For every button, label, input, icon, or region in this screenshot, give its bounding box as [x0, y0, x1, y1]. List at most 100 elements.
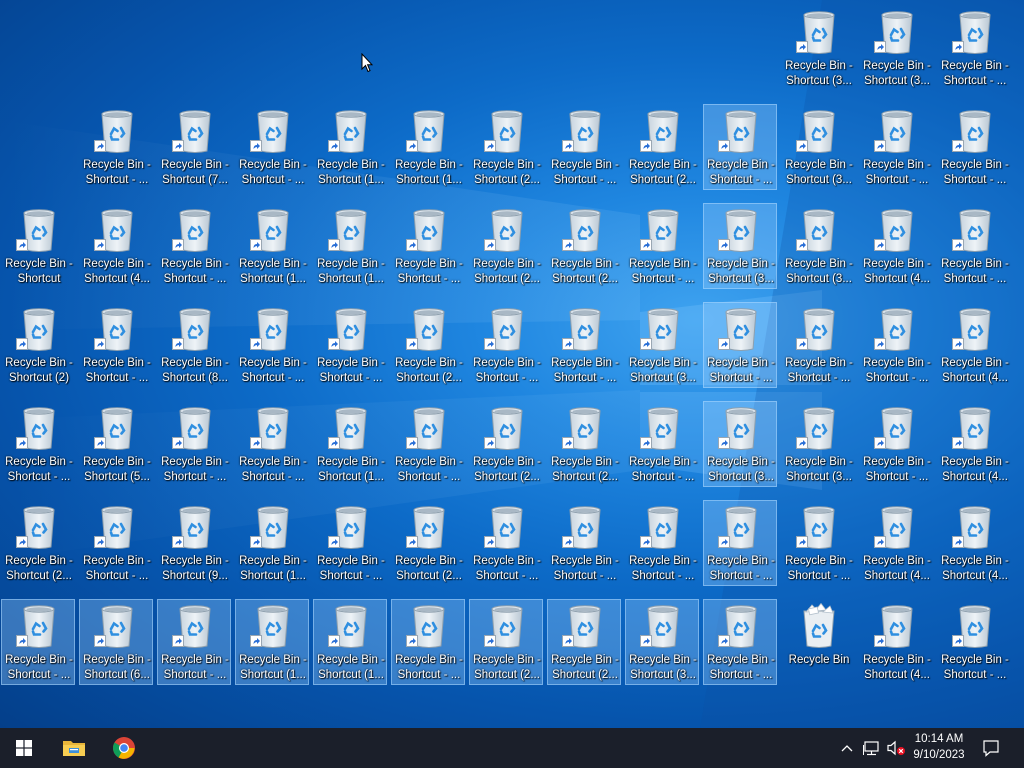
recycle-bin-shortcut-icon[interactable]: Recycle Bin - Shortcut (3...	[625, 302, 699, 388]
shortcut-arrow-icon	[409, 440, 416, 446]
recycle-bin-shortcut-icon[interactable]: Recycle Bin - Shortcut (2...	[1, 500, 75, 586]
recycle-bin-shortcut-icon[interactable]: Recycle Bin - Shortcut (2...	[469, 599, 543, 685]
shortcut-arrow-icon	[331, 440, 338, 446]
show-hidden-icons-button[interactable]	[836, 728, 858, 768]
recycle-bin-shortcut-icon[interactable]: Recycle Bin - Shortcut (2...	[547, 599, 621, 685]
recycle-bin-shortcut-icon[interactable]: Recycle Bin - Shortcut - ...	[1, 599, 75, 685]
action-center-button[interactable]	[976, 728, 1006, 768]
recycle-bin-shortcut-icon[interactable]: Recycle Bin - Shortcut (1...	[235, 599, 309, 685]
recycle-bin-shortcut-icon[interactable]: Recycle Bin - Shortcut (3...	[859, 5, 933, 91]
recycle-bin-shortcut-icon[interactable]: Recycle Bin - Shortcut (2...	[469, 401, 543, 487]
recycle-bin-shortcut-icon[interactable]: Recycle Bin - Shortcut (2...	[547, 203, 621, 289]
recycle-bin-shortcut-icon[interactable]: Recycle Bin - Shortcut - ...	[703, 104, 777, 190]
recycle-bin-shortcut-icon[interactable]: Recycle Bin - Shortcut - ...	[625, 500, 699, 586]
recycle-bin-shortcut-icon[interactable]: Recycle Bin - Shortcut (2...	[547, 401, 621, 487]
recycle-bin-shortcut-icon[interactable]: Recycle Bin - Shortcut - ...	[547, 500, 621, 586]
recycle-bin-shortcut-icon[interactable]: Recycle Bin - Shortcut (9...	[157, 500, 231, 586]
recycle-bin-shortcut-icon[interactable]: Recycle Bin - Shortcut - ...	[313, 302, 387, 388]
recycle-bin-shortcut-icon[interactable]: Recycle Bin - Shortcut (2)	[1, 302, 75, 388]
recycle-bin-shortcut-icon[interactable]: Recycle Bin - Shortcut (4...	[859, 500, 933, 586]
recycle-bin-shortcut-icon[interactable]: Recycle Bin - Shortcut (3...	[781, 104, 855, 190]
recycle-bin-shortcut-icon[interactable]: Recycle Bin - Shortcut - ...	[703, 302, 777, 388]
recycle-bin-shortcut-icon[interactable]: Recycle Bin - Shortcut - ...	[79, 500, 153, 586]
recycle-bin-shortcut-icon[interactable]: Recycle Bin - Shortcut (3...	[625, 599, 699, 685]
volume-tray-button[interactable]	[884, 728, 908, 768]
file-explorer-button[interactable]	[50, 728, 98, 768]
shortcut-arrow-icon	[97, 143, 104, 149]
shortcut-arrow-icon	[253, 242, 260, 248]
recycle-bin-desktop-icon[interactable]: Recycle Bin	[781, 599, 855, 685]
chrome-button[interactable]	[100, 728, 148, 768]
recycle-bin-shortcut-icon[interactable]: Recycle Bin - Shortcut (8...	[157, 302, 231, 388]
recycle-bin-shortcut-icon[interactable]: Recycle Bin - Shortcut - ...	[625, 401, 699, 487]
recycle-bin-shortcut-icon[interactable]: Recycle Bin - Shortcut - ...	[859, 401, 933, 487]
recycle-bin-shortcut-icon[interactable]: Recycle Bin - Shortcut - ...	[937, 599, 1011, 685]
recycle-bin-shortcut-icon[interactable]: Recycle Bin - Shortcut - ...	[469, 302, 543, 388]
recycle-bin-shortcut-icon[interactable]: Recycle Bin - Shortcut	[1, 203, 75, 289]
recycle-bin-shortcut-icon[interactable]: Recycle Bin - Shortcut - ...	[859, 302, 933, 388]
recycle-bin-shortcut-icon[interactable]: Recycle Bin - Shortcut - ...	[157, 401, 231, 487]
recycle-bin-shortcut-icon[interactable]: Recycle Bin - Shortcut - ...	[469, 500, 543, 586]
recycle-bin-shortcut-icon[interactable]: Recycle Bin - Shortcut - ...	[937, 203, 1011, 289]
recycle-bin-shortcut-icon[interactable]: Recycle Bin - Shortcut - ...	[235, 401, 309, 487]
recycle-bin-shortcut-icon[interactable]: Recycle Bin - Shortcut (3...	[781, 203, 855, 289]
recycle-bin-shortcut-icon[interactable]: Recycle Bin - Shortcut - ...	[781, 500, 855, 586]
recycle-bin-shortcut-icon[interactable]: Recycle Bin - Shortcut (6...	[79, 599, 153, 685]
recycle-bin-shortcut-icon[interactable]: Recycle Bin - Shortcut - ...	[781, 302, 855, 388]
recycle-bin-shortcut-icon[interactable]: Recycle Bin - Shortcut (1...	[391, 104, 465, 190]
recycle-bin-shortcut-icon[interactable]: Recycle Bin - Shortcut - ...	[703, 500, 777, 586]
recycle-bin-shortcut-icon[interactable]: Recycle Bin - Shortcut - ...	[157, 599, 231, 685]
recycle-bin-shortcut-icon[interactable]: Recycle Bin - Shortcut (4...	[937, 401, 1011, 487]
recycle-bin-shortcut-icon[interactable]: Recycle Bin - Shortcut - ...	[937, 104, 1011, 190]
shortcut-overlay	[94, 239, 106, 251]
recycle-bin-shortcut-icon[interactable]: Recycle Bin - Shortcut (3...	[703, 401, 777, 487]
recycle-bin-shortcut-icon[interactable]: Recycle Bin - Shortcut - ...	[391, 599, 465, 685]
recycle-bin-shortcut-icon[interactable]: Recycle Bin - Shortcut - ...	[313, 500, 387, 586]
recycle-bin-shortcut-icon[interactable]: Recycle Bin - Shortcut (1...	[313, 401, 387, 487]
shortcut-arrow-icon	[331, 638, 338, 644]
taskbar-clock[interactable]: 10:14 AM 9/10/2023	[906, 730, 972, 766]
start-button[interactable]	[0, 728, 48, 768]
recycle-bin-shortcut-icon[interactable]: Recycle Bin - Shortcut - ...	[937, 5, 1011, 91]
recycle-bin-shortcut-icon[interactable]: Recycle Bin - Shortcut (1...	[313, 599, 387, 685]
recycle-bin-shortcut-icon[interactable]: Recycle Bin - Shortcut - ...	[235, 104, 309, 190]
network-tray-button[interactable]	[860, 728, 884, 768]
shortcut-arrow-icon	[565, 539, 572, 545]
recycle-bin-shortcut-icon[interactable]: Recycle Bin - Shortcut - ...	[1, 401, 75, 487]
recycle-bin-shortcut-icon[interactable]: Recycle Bin - Shortcut (3...	[781, 401, 855, 487]
recycle-bin-shortcut-icon[interactable]: Recycle Bin - Shortcut (1...	[313, 203, 387, 289]
recycle-bin-shortcut-icon[interactable]: Recycle Bin - Shortcut - ...	[625, 203, 699, 289]
recycle-bin-shortcut-icon[interactable]: Recycle Bin - Shortcut (2...	[391, 500, 465, 586]
recycle-bin-shortcut-icon[interactable]: Recycle Bin - Shortcut (5...	[79, 401, 153, 487]
shortcut-arrow-icon	[97, 539, 104, 545]
recycle-bin-shortcut-icon[interactable]: Recycle Bin - Shortcut (1...	[313, 104, 387, 190]
recycle-bin-shortcut-icon[interactable]: Recycle Bin - Shortcut - ...	[157, 203, 231, 289]
recycle-bin-shortcut-icon[interactable]: Recycle Bin - Shortcut (4...	[937, 302, 1011, 388]
recycle-bin-shortcut-icon[interactable]: Recycle Bin - Shortcut (2...	[625, 104, 699, 190]
recycle-bin-shortcut-icon[interactable]: Recycle Bin - Shortcut - ...	[391, 401, 465, 487]
recycle-bin-shortcut-icon[interactable]: Recycle Bin - Shortcut (2...	[469, 203, 543, 289]
recycle-bin-shortcut-icon[interactable]: Recycle Bin - Shortcut - ...	[391, 203, 465, 289]
recycle-bin-shortcut-icon[interactable]: Recycle Bin - Shortcut - ...	[547, 302, 621, 388]
recycle-bin-shortcut-icon[interactable]: Recycle Bin - Shortcut (3...	[781, 5, 855, 91]
recycle-bin-shortcut-icon[interactable]: Recycle Bin - Shortcut - ...	[859, 104, 933, 190]
recycle-bin-shortcut-icon[interactable]: Recycle Bin - Shortcut (4...	[859, 599, 933, 685]
recycle-bin-shortcut-icon[interactable]: Recycle Bin - Shortcut (1...	[235, 500, 309, 586]
recycle-bin-shortcut-icon[interactable]: Recycle Bin - Shortcut - ...	[547, 104, 621, 190]
desktop-icon-label: Recycle Bin - Shortcut (1...	[317, 456, 385, 483]
recycle-bin-shortcut-icon[interactable]: Recycle Bin - Shortcut - ...	[79, 104, 153, 190]
recycle-bin-shortcut-icon[interactable]: Recycle Bin - Shortcut (7...	[157, 104, 231, 190]
recycle-bin-shortcut-icon[interactable]: Recycle Bin - Shortcut - ...	[235, 302, 309, 388]
shortcut-overlay	[172, 635, 184, 647]
recycle-bin-shortcut-icon[interactable]: Recycle Bin - Shortcut (3...	[703, 203, 777, 289]
recycle-bin-shortcut-icon[interactable]: Recycle Bin - Shortcut (4...	[79, 203, 153, 289]
desktop[interactable]: Recycle Bin - Shortcut (3... Recycle Bin…	[0, 0, 1024, 728]
recycle-bin-shortcut-icon[interactable]: Recycle Bin - Shortcut - ...	[703, 599, 777, 685]
recycle-bin-shortcut-icon[interactable]: Recycle Bin - Shortcut (1...	[235, 203, 309, 289]
recycle-bin-shortcut-icon[interactable]: Recycle Bin - Shortcut (2...	[469, 104, 543, 190]
recycle-bin-shortcut-icon[interactable]: Recycle Bin - Shortcut (2...	[391, 302, 465, 388]
recycle-bin-shortcut-icon[interactable]: Recycle Bin - Shortcut - ...	[79, 302, 153, 388]
desktop-icon-label: Recycle Bin - Shortcut (2...	[473, 456, 541, 483]
recycle-bin-shortcut-icon[interactable]: Recycle Bin - Shortcut (4...	[859, 203, 933, 289]
recycle-bin-shortcut-icon[interactable]: Recycle Bin - Shortcut (4...	[937, 500, 1011, 586]
